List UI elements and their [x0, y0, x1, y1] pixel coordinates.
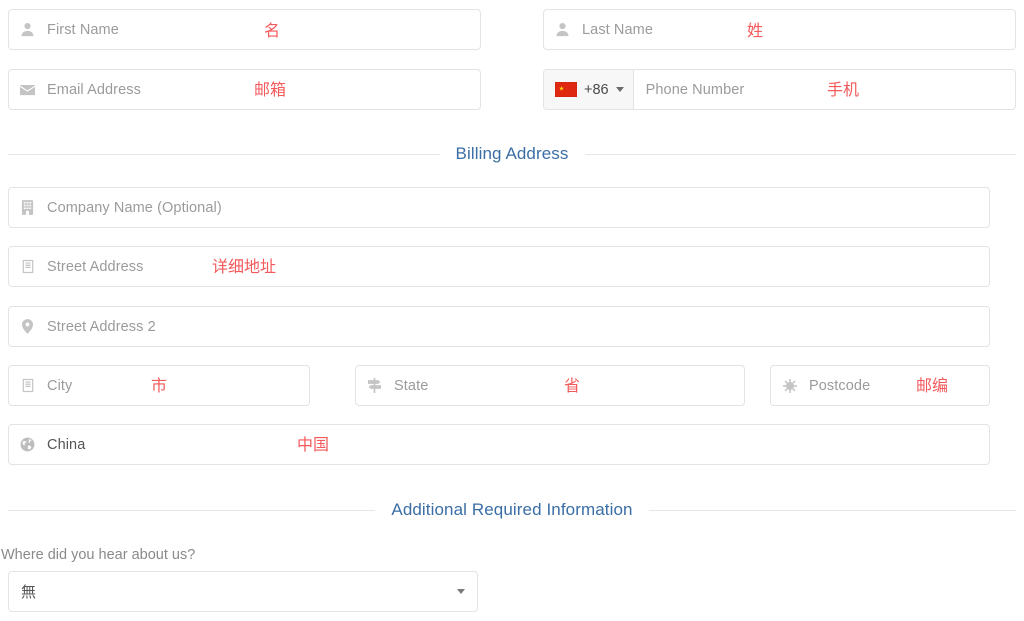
company-name-field[interactable]: Company Name (Optional) [8, 187, 990, 228]
building-icon [19, 377, 36, 394]
street-address-field[interactable]: Street Address 详细地址 [8, 246, 990, 287]
globe-icon [19, 436, 36, 453]
divider-line-right [648, 509, 1016, 511]
registration-form-page: First Name 名 Last Name 姓 Email Address 邮… [0, 0, 1024, 621]
postcode-field[interactable]: Postcode 邮编 [770, 365, 990, 406]
last-name-placeholder: Last Name [582, 21, 654, 38]
divider-line-left [8, 153, 440, 155]
first-name-placeholder: First Name [47, 21, 119, 38]
phone-placeholder: Phone Number [645, 81, 745, 98]
dial-code: +86 [584, 81, 609, 98]
country-annotation: 中国 [297, 435, 330, 454]
chevron-down-icon [457, 589, 465, 594]
state-field[interactable]: State 省 [355, 365, 745, 406]
building-icon [19, 258, 36, 275]
email-field[interactable]: Email Address 邮箱 [8, 69, 481, 110]
divider-line-left [8, 509, 376, 511]
contact-row: Email Address 邮箱 +86 Phone Number 手机 [8, 69, 1016, 110]
street-address-2-row: Street Address 2 [8, 306, 990, 347]
street-address-2-field[interactable]: Street Address 2 [8, 306, 990, 347]
company-name-placeholder: Company Name (Optional) [47, 199, 222, 216]
postcode-placeholder: Postcode [809, 377, 871, 394]
billing-address-divider: Billing Address [8, 144, 1017, 164]
country-row: China 中国 [8, 424, 990, 465]
first-name-annotation: 名 [264, 21, 281, 40]
china-flag-icon [555, 82, 577, 97]
street-address-placeholder: Street Address [47, 258, 144, 275]
state-placeholder: State [394, 377, 429, 394]
chevron-down-icon [615, 87, 624, 92]
referral-source-select[interactable]: 無 [8, 571, 478, 612]
referral-source-value: 無 [21, 583, 37, 601]
street-address-annotation: 详细地址 [212, 257, 277, 276]
city-state-postcode-row: City 市 State 省 Postcode 邮编 [8, 365, 990, 406]
divider-line-right [584, 153, 1017, 155]
phone-number-input[interactable]: Phone Number [634, 70, 1015, 109]
envelope-icon [19, 81, 36, 98]
email-placeholder: Email Address [47, 81, 141, 98]
country-value: China [47, 436, 86, 453]
user-icon [554, 21, 571, 38]
sun-icon [781, 377, 798, 394]
additional-information-divider: Additional Required Information [8, 500, 1016, 520]
billing-address-title: Billing Address [455, 144, 569, 163]
postcode-annotation: 邮编 [916, 376, 949, 395]
email-annotation: 邮箱 [254, 80, 287, 99]
last-name-field[interactable]: Last Name 姓 [543, 9, 1016, 50]
first-name-field[interactable]: First Name 名 [8, 9, 481, 50]
state-annotation: 省 [564, 376, 581, 395]
street-address-2-placeholder: Street Address 2 [47, 318, 156, 335]
city-field[interactable]: City 市 [8, 365, 310, 406]
name-row: First Name 名 Last Name 姓 [8, 9, 1016, 50]
map-marker-icon [19, 318, 36, 335]
building-icon [19, 199, 36, 216]
phone-field[interactable]: +86 Phone Number 手机 [543, 69, 1016, 110]
referral-question-label: Where did you hear about us? [1, 547, 196, 563]
last-name-annotation: 姓 [747, 21, 764, 40]
additional-information-title: Additional Required Information [391, 500, 633, 519]
street-address-row: Street Address 详细地址 [8, 246, 990, 287]
map-signs-icon [366, 377, 383, 394]
city-placeholder: City [47, 377, 73, 394]
company-row: Company Name (Optional) [8, 187, 990, 228]
country-code-selector[interactable]: +86 [544, 70, 634, 109]
country-field[interactable]: China 中国 [8, 424, 990, 465]
user-icon [19, 21, 36, 38]
city-annotation: 市 [151, 376, 168, 395]
